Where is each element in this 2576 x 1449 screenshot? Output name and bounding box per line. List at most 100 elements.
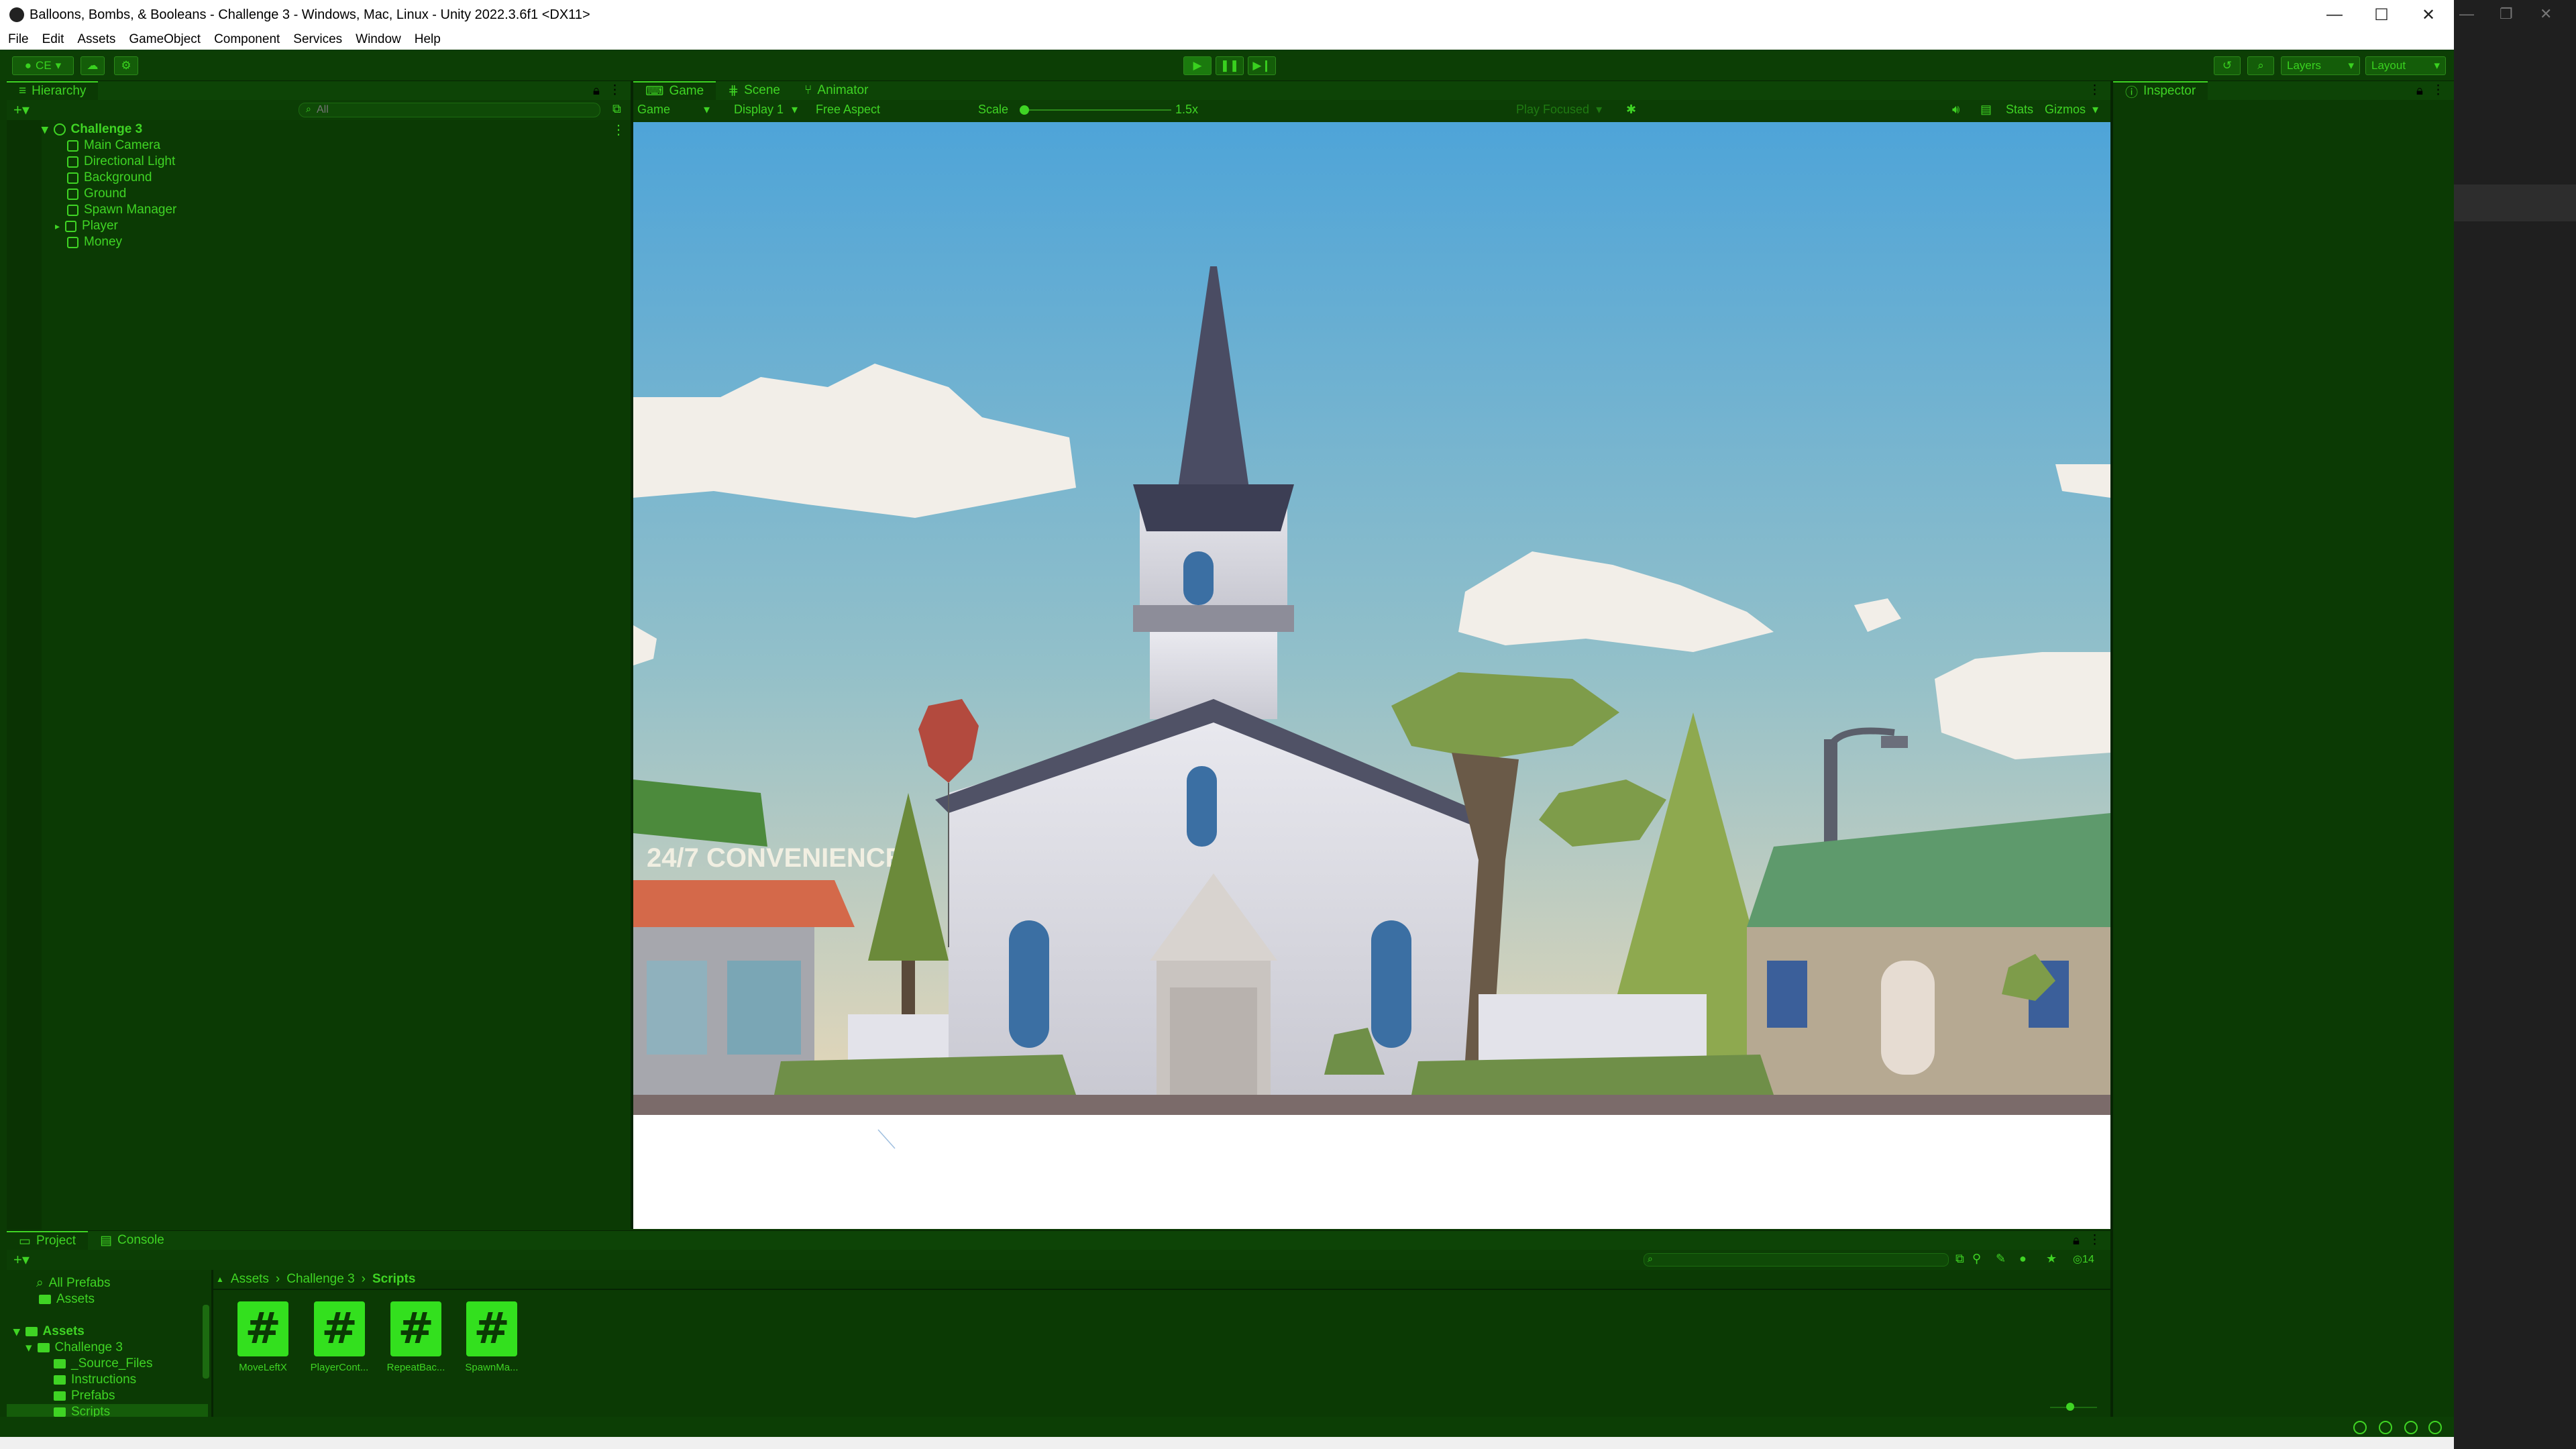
display-dropdown[interactable]: Display 1 ▾ xyxy=(734,103,798,117)
game-mode-dropdown[interactable]: Game ▾ xyxy=(637,103,710,117)
favorite-assets[interactable]: Assets xyxy=(39,1291,95,1307)
chevron-down-icon: ▾ xyxy=(42,122,48,137)
hierarchy-item-spawn-manager[interactable]: Spawn Manager xyxy=(67,202,176,218)
layers-dropdown[interactable]: Layers ▾ xyxy=(2281,56,2360,75)
aspect-dropdown[interactable]: Free Aspect▾ xyxy=(816,103,1027,117)
menu-window[interactable]: Window xyxy=(356,32,401,47)
scene-options-icon[interactable]: ⋮ xyxy=(612,121,625,138)
step-button[interactable]: ▶❙ xyxy=(1248,56,1276,75)
account-dropdown[interactable]: ● CE ▾ xyxy=(12,56,74,75)
lock-icon[interactable]: 🔒︎ xyxy=(2416,84,2423,99)
more-options-icon[interactable]: ⋮ xyxy=(2088,1232,2101,1248)
csharp-script-icon: # xyxy=(237,1301,288,1356)
game-viewport[interactable]: 24/7 CONVENIENCE xyxy=(633,122,2110,1229)
tree-scrollbar[interactable] xyxy=(203,1305,209,1379)
script-asset-moveleftx[interactable]: # MoveLeftX xyxy=(226,1301,300,1373)
history-icon[interactable]: ↺ xyxy=(2214,56,2241,75)
hierarchy-search-input[interactable] xyxy=(299,103,600,117)
script-asset-playercontroller[interactable]: # PlayerCont... xyxy=(303,1301,376,1373)
search-by-type-icon[interactable]: ⧉ xyxy=(1955,1252,1964,1266)
maximize-button[interactable]: ☐ xyxy=(2358,0,2405,30)
icon-size-slider-handle[interactable] xyxy=(2066,1403,2074,1411)
folder-open-icon xyxy=(37,1343,50,1352)
breadcrumb-scripts[interactable]: Scripts xyxy=(372,1272,415,1287)
hierarchy-item-background[interactable]: Background xyxy=(67,170,152,186)
chevron-right-icon[interactable]: ▸ xyxy=(55,221,60,232)
tab-animator[interactable]: ⑂ Animator xyxy=(792,81,880,100)
search-icon[interactable]: ⌕ xyxy=(2247,56,2274,75)
menu-gameobject[interactable]: GameObject xyxy=(129,32,201,47)
hidden-packages-toggle[interactable]: ◎14 xyxy=(2073,1252,2094,1266)
list-icon: ≡ xyxy=(19,84,27,98)
gizmos-dropdown[interactable]: Gizmos ▾ xyxy=(2045,103,2098,117)
tab-inspector[interactable]: ⓘ Inspector xyxy=(2113,81,2208,100)
tab-console[interactable]: ▤ Console xyxy=(88,1231,176,1250)
inspector-panel: ⓘ Inspector 🔒︎ ⋮ xyxy=(2113,80,2454,1417)
layout-dropdown[interactable]: Layout ▾ xyxy=(2365,56,2446,75)
lock-icon[interactable]: 🔒︎ xyxy=(2073,1234,2080,1248)
gameobject-cube-icon xyxy=(65,220,77,232)
tab-hierarchy[interactable]: ≡ Hierarchy xyxy=(7,81,99,100)
scene-root-challenge-3[interactable]: ▾ Challenge 3 xyxy=(42,121,142,138)
add-object-button[interactable]: +▾ xyxy=(13,101,30,119)
project-search-input[interactable] xyxy=(1644,1253,1949,1267)
tab-scene[interactable]: ⋕ Scene xyxy=(716,81,792,100)
hierarchy-item-ground[interactable]: Ground xyxy=(67,186,126,202)
menu-edit[interactable]: Edit xyxy=(42,32,64,47)
save-search-icon[interactable]: ● xyxy=(2019,1252,2027,1266)
unity-editor-window: Balloons, Bombs, & Booleans - Challenge … xyxy=(0,0,2454,1449)
scale-slider-track[interactable] xyxy=(1024,109,1171,111)
menu-component[interactable]: Component xyxy=(214,32,280,47)
debug-mode-icon[interactable] xyxy=(2404,1421,2418,1434)
lock-icon[interactable]: 🔒︎ xyxy=(593,84,600,99)
menu-file[interactable]: File xyxy=(8,32,29,47)
tab-project[interactable]: ▭ Project xyxy=(7,1231,89,1250)
stats-button[interactable]: Stats xyxy=(2006,103,2033,117)
hierarchy-item-main-camera[interactable]: Main Camera xyxy=(67,138,160,154)
unity-logo-icon xyxy=(9,7,24,22)
more-options-icon[interactable]: ⋮ xyxy=(2432,83,2445,98)
bug-icon[interactable]: ✱ xyxy=(1626,103,1636,117)
gameobject-cube-icon xyxy=(67,204,78,216)
auto-generate-lighting-icon[interactable] xyxy=(2353,1421,2367,1434)
ground-strip xyxy=(633,1095,2110,1115)
audio-mute-icon[interactable]: 🔊︎ xyxy=(1952,103,1960,117)
breadcrumb-challenge-3[interactable]: Challenge 3 xyxy=(286,1272,354,1287)
progress-indicator-icon[interactable] xyxy=(2428,1421,2442,1434)
tree-assets-root[interactable]: ▾ Assets xyxy=(13,1324,85,1340)
collab-icon[interactable]: ⚙ xyxy=(114,56,138,75)
hierarchy-item-money[interactable]: Money xyxy=(67,234,122,250)
display-stats-icon[interactable]: ▤ xyxy=(1980,103,1992,117)
scale-slider-handle[interactable] xyxy=(1020,105,1029,115)
tree-folder-instructions[interactable]: Instructions xyxy=(54,1372,136,1388)
create-asset-button[interactable]: +▾ xyxy=(13,1251,30,1269)
breadcrumb-assets[interactable]: Assets xyxy=(231,1272,269,1287)
menu-services[interactable]: Services xyxy=(293,32,342,47)
cloud-icon[interactable]: ☁ xyxy=(80,56,105,75)
hierarchy-toolbar: +▾ ⌕ ⧉ xyxy=(7,100,631,120)
tree-challenge-3[interactable]: ▾ Challenge 3 xyxy=(25,1340,123,1356)
import-log-icon[interactable]: ✎ xyxy=(1996,1252,2006,1266)
pause-button[interactable]: ❚❚ xyxy=(1216,56,1244,75)
scene-visibility-icon[interactable]: ⧉ xyxy=(612,102,621,116)
script-asset-repeatbackground[interactable]: # RepeatBac... xyxy=(379,1301,453,1373)
hierarchy-item-directional-light[interactable]: Directional Light xyxy=(67,154,175,170)
hierarchy-item-player[interactable]: ▸ Player xyxy=(55,218,118,234)
tree-folder-source-files[interactable]: _Source_Files xyxy=(54,1356,152,1372)
close-button[interactable]: ✕ xyxy=(2405,0,2452,30)
favorite-all-prefabs[interactable]: ⌕ All Prefabs xyxy=(36,1275,111,1291)
favorite-star-icon[interactable]: ★ xyxy=(2046,1252,2057,1266)
menu-help[interactable]: Help xyxy=(415,32,441,47)
search-by-label-icon[interactable]: ⚲ xyxy=(1972,1252,1981,1266)
cache-server-icon[interactable] xyxy=(2379,1421,2392,1434)
play-focused-dropdown[interactable]: Play Focused ▾ xyxy=(1516,103,1602,117)
tree-folder-prefabs[interactable]: Prefabs xyxy=(54,1388,115,1404)
play-button[interactable]: ▶ xyxy=(1183,56,1212,75)
script-asset-spawnmanager[interactable]: # SpawnMa... xyxy=(455,1301,529,1373)
account-icon: ● xyxy=(24,59,32,72)
more-options-icon[interactable]: ⋮ xyxy=(2088,83,2101,98)
minimize-button[interactable]: — xyxy=(2311,0,2358,30)
menu-assets[interactable]: Assets xyxy=(77,32,115,47)
tab-game[interactable]: ⌨ Game xyxy=(633,81,716,100)
more-options-icon[interactable]: ⋮ xyxy=(608,83,621,98)
